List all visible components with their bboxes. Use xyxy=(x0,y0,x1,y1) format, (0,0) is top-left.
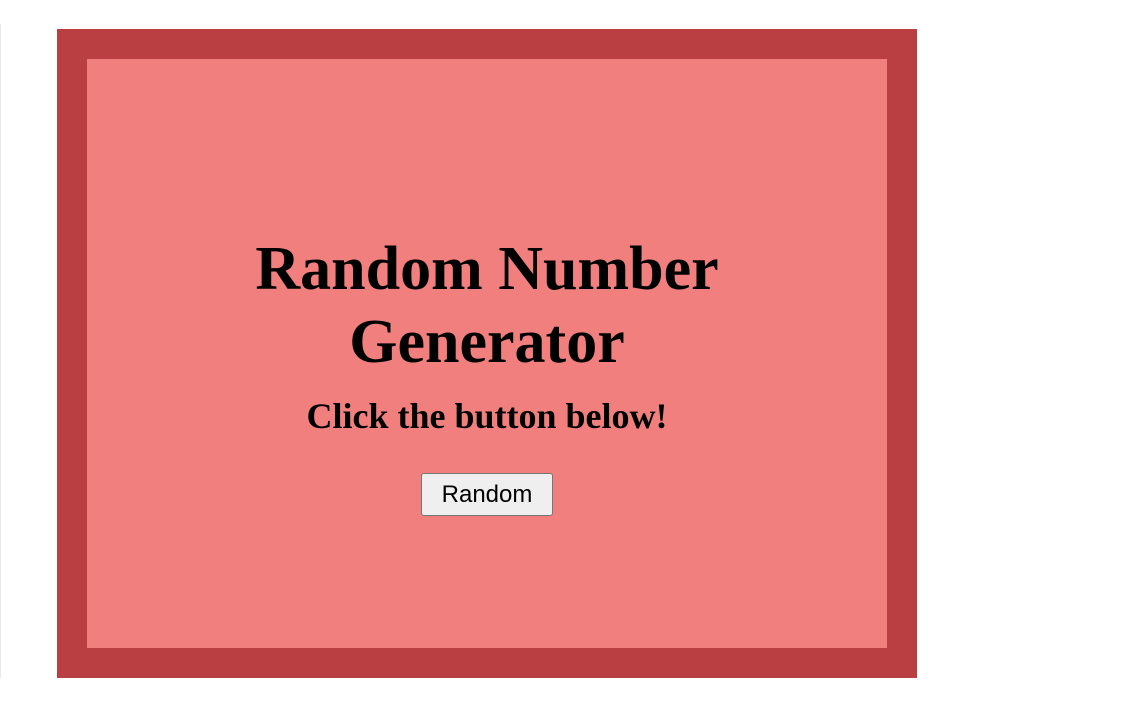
page-title-line-2: Generator xyxy=(349,308,625,376)
instruction-text: Click the button below! xyxy=(306,396,668,436)
page-title: Random Number Generator xyxy=(87,233,887,379)
generator-panel: Random Number Generator Click the button… xyxy=(87,59,887,648)
generator-frame: Random Number Generator Click the button… xyxy=(57,29,917,678)
left-border-line xyxy=(0,24,1,678)
random-button[interactable]: Random xyxy=(421,473,553,516)
page-title-line-1: Random Number xyxy=(255,235,719,303)
